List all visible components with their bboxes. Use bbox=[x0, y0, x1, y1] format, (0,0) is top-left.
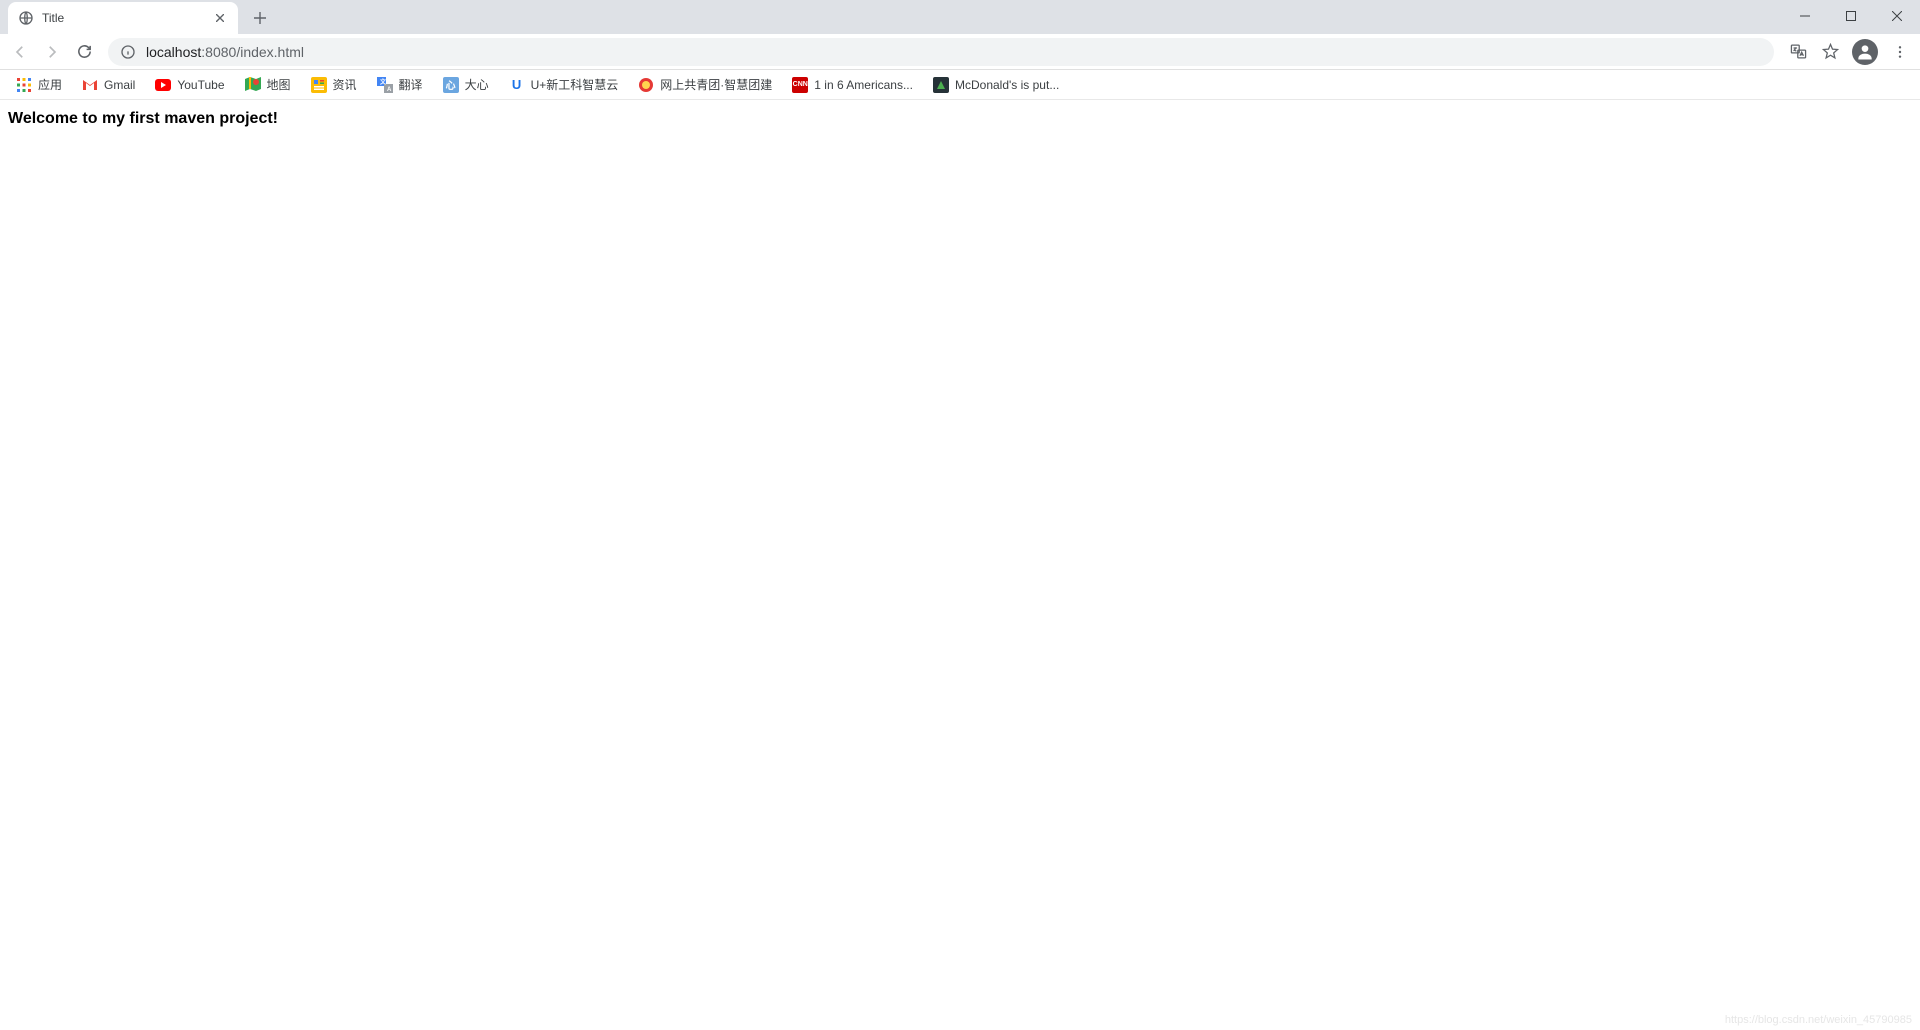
bookmark-gmail[interactable]: Gmail bbox=[74, 73, 143, 97]
bookmark-news[interactable]: 资讯 bbox=[303, 73, 365, 97]
svg-text:文: 文 bbox=[379, 78, 387, 86]
url-text: localhost:8080/index.html bbox=[146, 44, 1762, 60]
bookmark-label: 网上共青团·智慧团建 bbox=[660, 76, 772, 93]
welcome-heading: Welcome to my first maven project! bbox=[8, 110, 1912, 128]
translate-icon: 文A bbox=[377, 77, 393, 93]
bookmark-uplus[interactable]: U U+新工科智慧云 bbox=[501, 73, 627, 97]
star-button[interactable] bbox=[1816, 38, 1844, 66]
bookmark-apps[interactable]: 应用 bbox=[8, 73, 70, 97]
bookmark-cnn[interactable]: CNN 1 in 6 Americans... bbox=[784, 73, 921, 97]
url-path: /index.html bbox=[236, 44, 304, 60]
tab-close-button[interactable] bbox=[212, 10, 228, 26]
tab-strip: Title bbox=[0, 0, 1920, 34]
apps-icon bbox=[16, 77, 32, 93]
window-controls bbox=[1782, 0, 1920, 34]
translate-button[interactable] bbox=[1784, 38, 1812, 66]
bookmark-mcdonalds[interactable]: McDonald's is put... bbox=[925, 73, 1067, 97]
bookmark-label: McDonald's is put... bbox=[955, 78, 1059, 92]
bookmark-label: Gmail bbox=[104, 78, 135, 92]
bookmark-label: 资讯 bbox=[333, 76, 357, 93]
profile-avatar[interactable] bbox=[1852, 39, 1878, 65]
bookmark-daxin[interactable]: 心 大心 bbox=[435, 73, 497, 97]
address-bar[interactable]: localhost:8080/index.html bbox=[108, 38, 1774, 66]
menu-button[interactable] bbox=[1886, 38, 1914, 66]
bookmark-label: 地图 bbox=[267, 76, 291, 93]
globe-icon bbox=[18, 10, 34, 26]
u-icon: U bbox=[509, 77, 525, 93]
youtube-icon bbox=[155, 77, 171, 93]
url-host: localhost bbox=[146, 44, 201, 60]
bookmark-label: 大心 bbox=[465, 76, 489, 93]
bookmark-translate[interactable]: 文A 翻译 bbox=[369, 73, 431, 97]
cnn-icon: CNN bbox=[792, 77, 808, 93]
watermark: https://blog.csdn.net/weixin_45790985 bbox=[1725, 1014, 1912, 1026]
generic-dark-icon bbox=[933, 77, 949, 93]
maps-icon bbox=[245, 77, 261, 93]
bookmark-maps[interactable]: 地图 bbox=[237, 73, 299, 97]
bookmark-label: 翻译 bbox=[399, 76, 423, 93]
window-maximize-button[interactable] bbox=[1828, 0, 1874, 32]
bookmark-label: 应用 bbox=[38, 76, 62, 93]
generic-icon: 心 bbox=[443, 77, 459, 93]
bookmark-label: 1 in 6 Americans... bbox=[814, 78, 913, 92]
forward-button[interactable] bbox=[38, 38, 66, 66]
browser-tab[interactable]: Title bbox=[8, 2, 238, 34]
bookmark-label: YouTube bbox=[177, 78, 224, 92]
window-minimize-button[interactable] bbox=[1782, 0, 1828, 32]
svg-text:A: A bbox=[387, 87, 392, 93]
browser-toolbar: localhost:8080/index.html bbox=[0, 34, 1920, 70]
info-icon bbox=[120, 44, 136, 60]
gmail-icon bbox=[82, 77, 98, 93]
bookmark-tuanjian[interactable]: 网上共青团·智慧团建 bbox=[630, 73, 780, 97]
reload-button[interactable] bbox=[70, 38, 98, 66]
new-tab-button[interactable] bbox=[246, 4, 274, 32]
window-close-button[interactable] bbox=[1874, 0, 1920, 32]
bookmark-label: U+新工科智慧云 bbox=[531, 76, 619, 93]
bookmarks-bar: 应用 Gmail YouTube 地图 资讯 文A 翻译 心 大心 U U+ bbox=[0, 70, 1920, 100]
tab-title: Title bbox=[42, 11, 204, 25]
bookmark-youtube[interactable]: YouTube bbox=[147, 73, 232, 97]
emblem-icon bbox=[638, 77, 654, 93]
url-port: :8080 bbox=[201, 44, 236, 60]
news-icon bbox=[311, 77, 327, 93]
back-button[interactable] bbox=[6, 38, 34, 66]
page-content: Welcome to my first maven project! bbox=[0, 100, 1920, 138]
